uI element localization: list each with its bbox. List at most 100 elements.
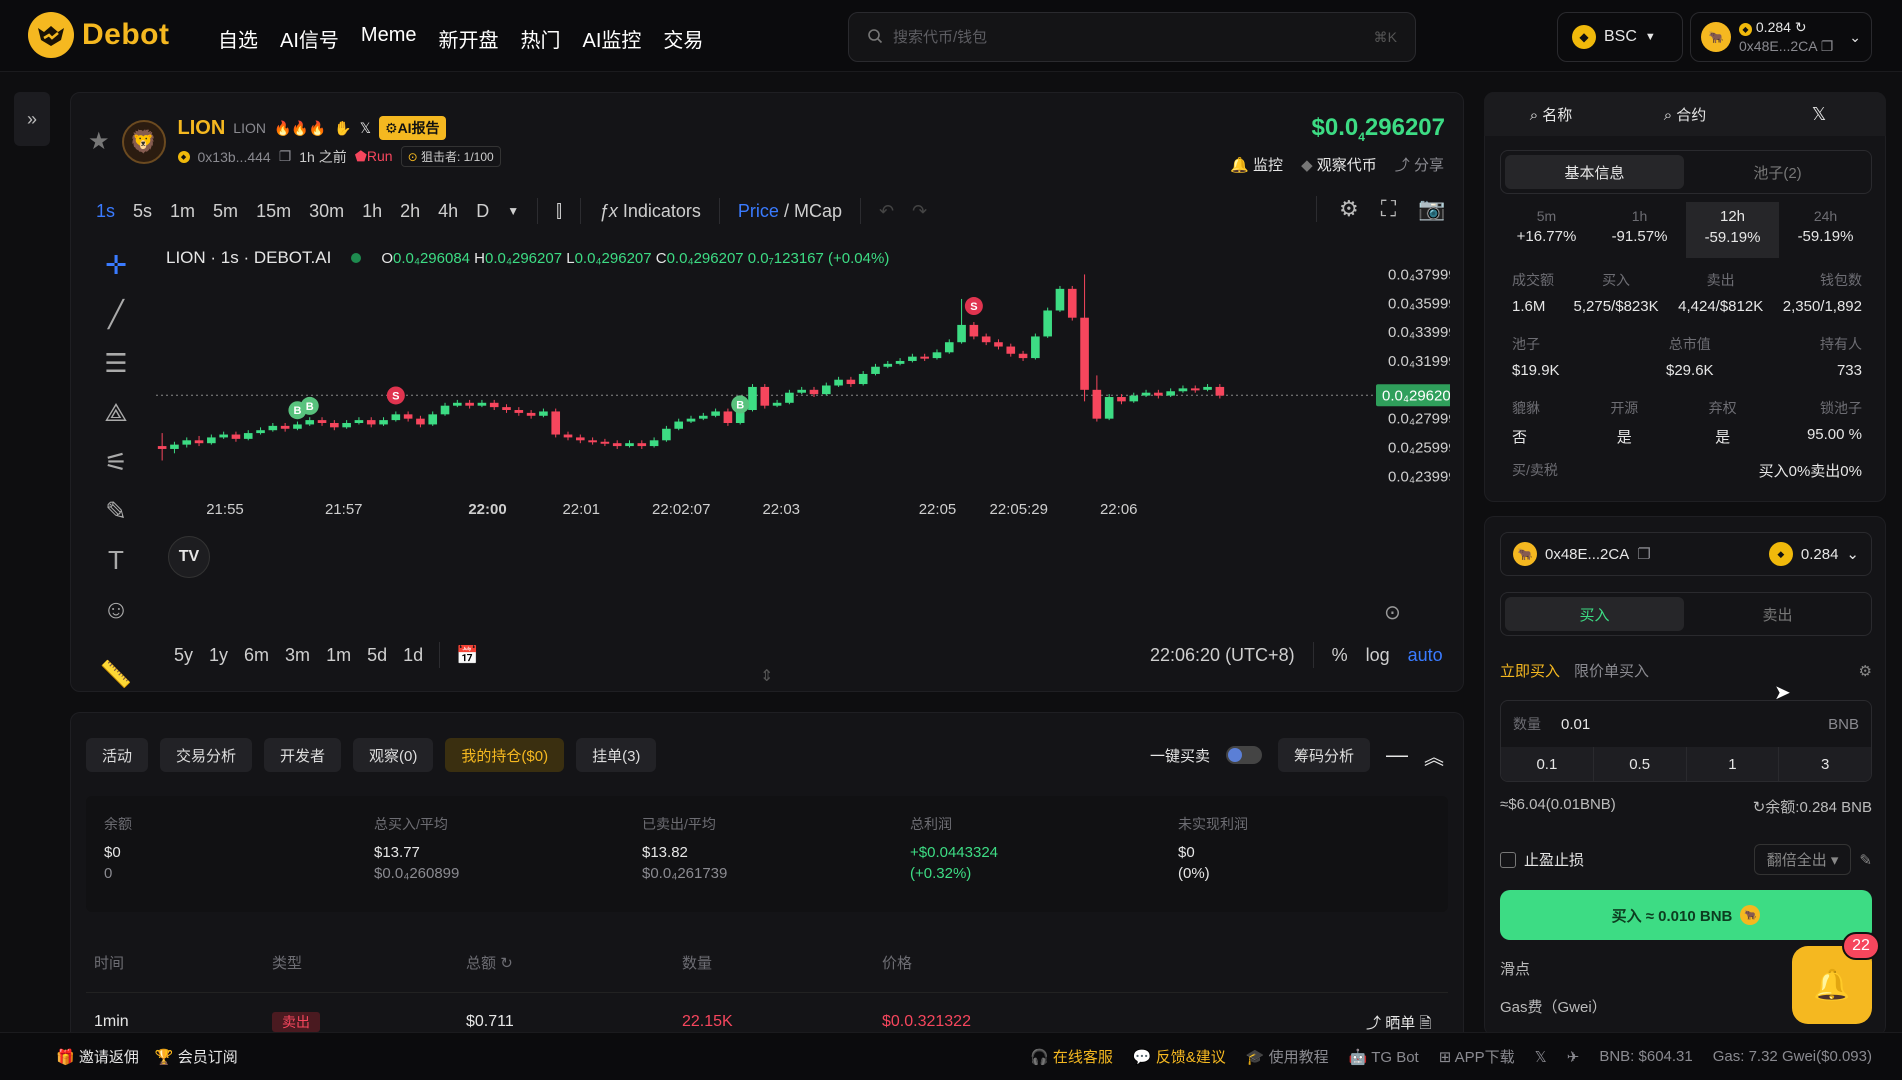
period-12h[interactable]: 12h -59.19% <box>1686 202 1779 258</box>
redo-icon[interactable]: ↷ <box>912 201 927 222</box>
tab-basic-info[interactable]: 基本信息 <box>1505 155 1684 189</box>
range-5d[interactable]: 5d <box>367 645 387 666</box>
fib-icon[interactable]: ⚟ <box>104 447 127 478</box>
telegram-icon[interactable]: ✈ <box>1567 1048 1580 1066</box>
tab-trade-analysis[interactable]: 交易分析 <box>160 738 253 772</box>
price-mcap-toggle[interactable]: Price / MCap <box>738 201 842 222</box>
tf-1s[interactable]: 1s <box>96 201 115 222</box>
chevron-up-double-icon[interactable]: ︽ <box>1424 741 1444 770</box>
tradingview-badge[interactable]: TV <box>168 536 210 578</box>
logo[interactable]: Debot <box>28 12 170 58</box>
watch-token-button[interactable]: ◆ 观察代币 <box>1301 154 1377 175</box>
edit-icon[interactable]: ✎ <box>1859 851 1872 869</box>
copy-icon[interactable]: ❐ <box>279 148 292 165</box>
menu-favorites[interactable]: 自选 <box>218 24 258 53</box>
tab-orders[interactable]: 挂单(3) <box>576 738 657 772</box>
chip-analysis-button[interactable]: 筹码分析 <box>1278 738 1371 772</box>
menu-meme[interactable]: Meme <box>361 24 417 53</box>
calendar-icon[interactable]: 📅 <box>456 645 478 666</box>
tab-sell[interactable]: 卖出 <box>1688 597 1867 631</box>
text-icon[interactable]: T <box>108 545 124 576</box>
brush-icon[interactable]: ✎ <box>105 496 127 527</box>
menu-ai-signal[interactable]: AI信号 <box>280 24 339 53</box>
tab-my-holdings[interactable]: 我的持仓($0) <box>445 738 565 772</box>
tab-buy[interactable]: 买入 <box>1505 597 1684 631</box>
candle-type-icon[interactable]: ⫿ <box>556 201 562 222</box>
trade-wallet-selector[interactable]: 🐂 0x48E...2CA ❐ ◆ 0.284 ⌄ <box>1500 532 1872 576</box>
indicators-button[interactable]: ƒx Indicators <box>599 201 701 222</box>
x-twitter-icon[interactable]: 𝕏 <box>360 120 371 137</box>
crosshair-icon[interactable]: ✛ <box>105 250 127 281</box>
tp-sl-checkbox[interactable] <box>1500 851 1516 868</box>
tf-d[interactable]: D <box>476 201 489 222</box>
x-twitter-icon[interactable]: 𝕏 <box>1752 104 1886 125</box>
range-6m[interactable]: 6m <box>244 645 269 666</box>
price-chart[interactable]: BBSBS 0.0₄3799990.0₄3599990.0₄3399990.0₄… <box>150 240 1450 620</box>
emoji-icon[interactable]: ☺ <box>103 594 130 625</box>
monitor-button[interactable]: 🔔 监控 <box>1230 154 1283 175</box>
one-click-toggle[interactable] <box>1226 746 1263 764</box>
refresh-icon[interactable]: ↻ <box>1795 19 1807 35</box>
settings-gear-icon[interactable]: ⚙ <box>1859 662 1872 680</box>
qty-input[interactable]: 0.01 <box>1561 716 1590 733</box>
range-1d[interactable]: 1d <box>403 645 423 666</box>
period-1h[interactable]: 1h -91.57% <box>1593 202 1686 258</box>
tab-watch[interactable]: 观察(0) <box>353 738 434 772</box>
fullscreen-icon[interactable]: ⛶ <box>1381 196 1396 222</box>
range-1m[interactable]: 1m <box>326 645 351 666</box>
undo-icon[interactable]: ↶ <box>879 201 894 222</box>
tf-1h[interactable]: 1h <box>362 201 382 222</box>
tab-pools[interactable]: 池子(2) <box>1688 155 1867 189</box>
feedback-link[interactable]: 💬 反馈&建议 <box>1133 1046 1226 1067</box>
chevron-down-icon[interactable]: ▼ <box>507 204 519 218</box>
buy-button[interactable]: 买入 ≈ 0.010 BNB 🐂 <box>1500 890 1872 940</box>
settings-gear-icon[interactable]: ⚙ <box>1339 196 1359 222</box>
preset-0-1[interactable]: 0.1 <box>1501 747 1594 781</box>
range-1y[interactable]: 1y <box>209 645 228 666</box>
app-download-link[interactable]: ⊞ APP下载 <box>1439 1046 1515 1067</box>
tf-15m[interactable]: 15m <box>256 201 291 222</box>
search-by-contract[interactable]: ⌕ 合约 <box>1618 104 1752 125</box>
minimize-icon[interactable]: — <box>1386 742 1408 768</box>
invite-button[interactable]: 🎁 邀请返佣 <box>56 1046 139 1067</box>
range-3m[interactable]: 3m <box>285 645 310 666</box>
range-5y[interactable]: 5y <box>174 645 193 666</box>
preset-3[interactable]: 3 <box>1779 747 1871 781</box>
menu-hot[interactable]: 热门 <box>520 24 560 53</box>
copy-icon[interactable]: ❐ <box>1821 38 1834 54</box>
menu-ai-monitor[interactable]: AI监控 <box>582 24 641 53</box>
tf-30m[interactable]: 30m <box>309 201 344 222</box>
preset-1[interactable]: 1 <box>1686 747 1780 781</box>
tf-5s[interactable]: 5s <box>133 201 152 222</box>
search-by-name[interactable]: ⌕ 名称 <box>1484 104 1618 125</box>
expand-sidebar-button[interactable]: » <box>14 92 50 146</box>
ruler-icon[interactable]: 📏 <box>100 659 132 690</box>
pattern-icon[interactable]: ⟁ <box>104 397 127 429</box>
tf-2h[interactable]: 2h <box>400 201 420 222</box>
auto-toggle[interactable]: auto <box>1408 645 1443 666</box>
chart-settings-icon[interactable]: ⊙ <box>1384 600 1401 625</box>
ai-report-badge[interactable]: ⚙AI报告 <box>379 116 446 140</box>
double-sell-select[interactable]: 翻倍全出 ▾ <box>1753 844 1852 875</box>
wallet-selector[interactable]: 🐂 ◆ 0.284 ↻ 0x48E...2CA ❐ ⌄ <box>1690 12 1872 62</box>
horizontal-lines-icon[interactable]: ☰ <box>104 348 127 379</box>
search-input[interactable] <box>893 28 1364 46</box>
share-button[interactable]: ⤴ 分享 <box>1395 154 1444 175</box>
resize-handle[interactable]: ⇕ <box>760 666 773 686</box>
log-toggle[interactable]: log <box>1366 645 1390 666</box>
tutorial-link[interactable]: 🎓 使用教程 <box>1246 1046 1329 1067</box>
tg-bot-link[interactable]: 🤖 TG Bot <box>1349 1048 1419 1066</box>
mode-limit-buy[interactable]: 限价单买入 <box>1574 660 1649 681</box>
x-twitter-icon[interactable]: 𝕏 <box>1535 1048 1547 1066</box>
tf-5m[interactable]: 5m <box>213 201 238 222</box>
tf-1m[interactable]: 1m <box>170 201 195 222</box>
tab-activity[interactable]: 活动 <box>86 738 149 772</box>
period-5m[interactable]: 5m +16.77% <box>1500 202 1593 258</box>
mode-market-buy[interactable]: 立即买入 <box>1500 660 1560 681</box>
star-icon[interactable]: ★ <box>88 127 110 156</box>
period-24h[interactable]: 24h -59.19% <box>1779 202 1872 258</box>
trend-line-icon[interactable]: ╱ <box>108 299 124 330</box>
membership-button[interactable]: 🏆 会员订阅 <box>155 1046 238 1067</box>
menu-new-pairs[interactable]: 新开盘 <box>438 24 498 53</box>
percent-toggle[interactable]: % <box>1332 645 1348 666</box>
